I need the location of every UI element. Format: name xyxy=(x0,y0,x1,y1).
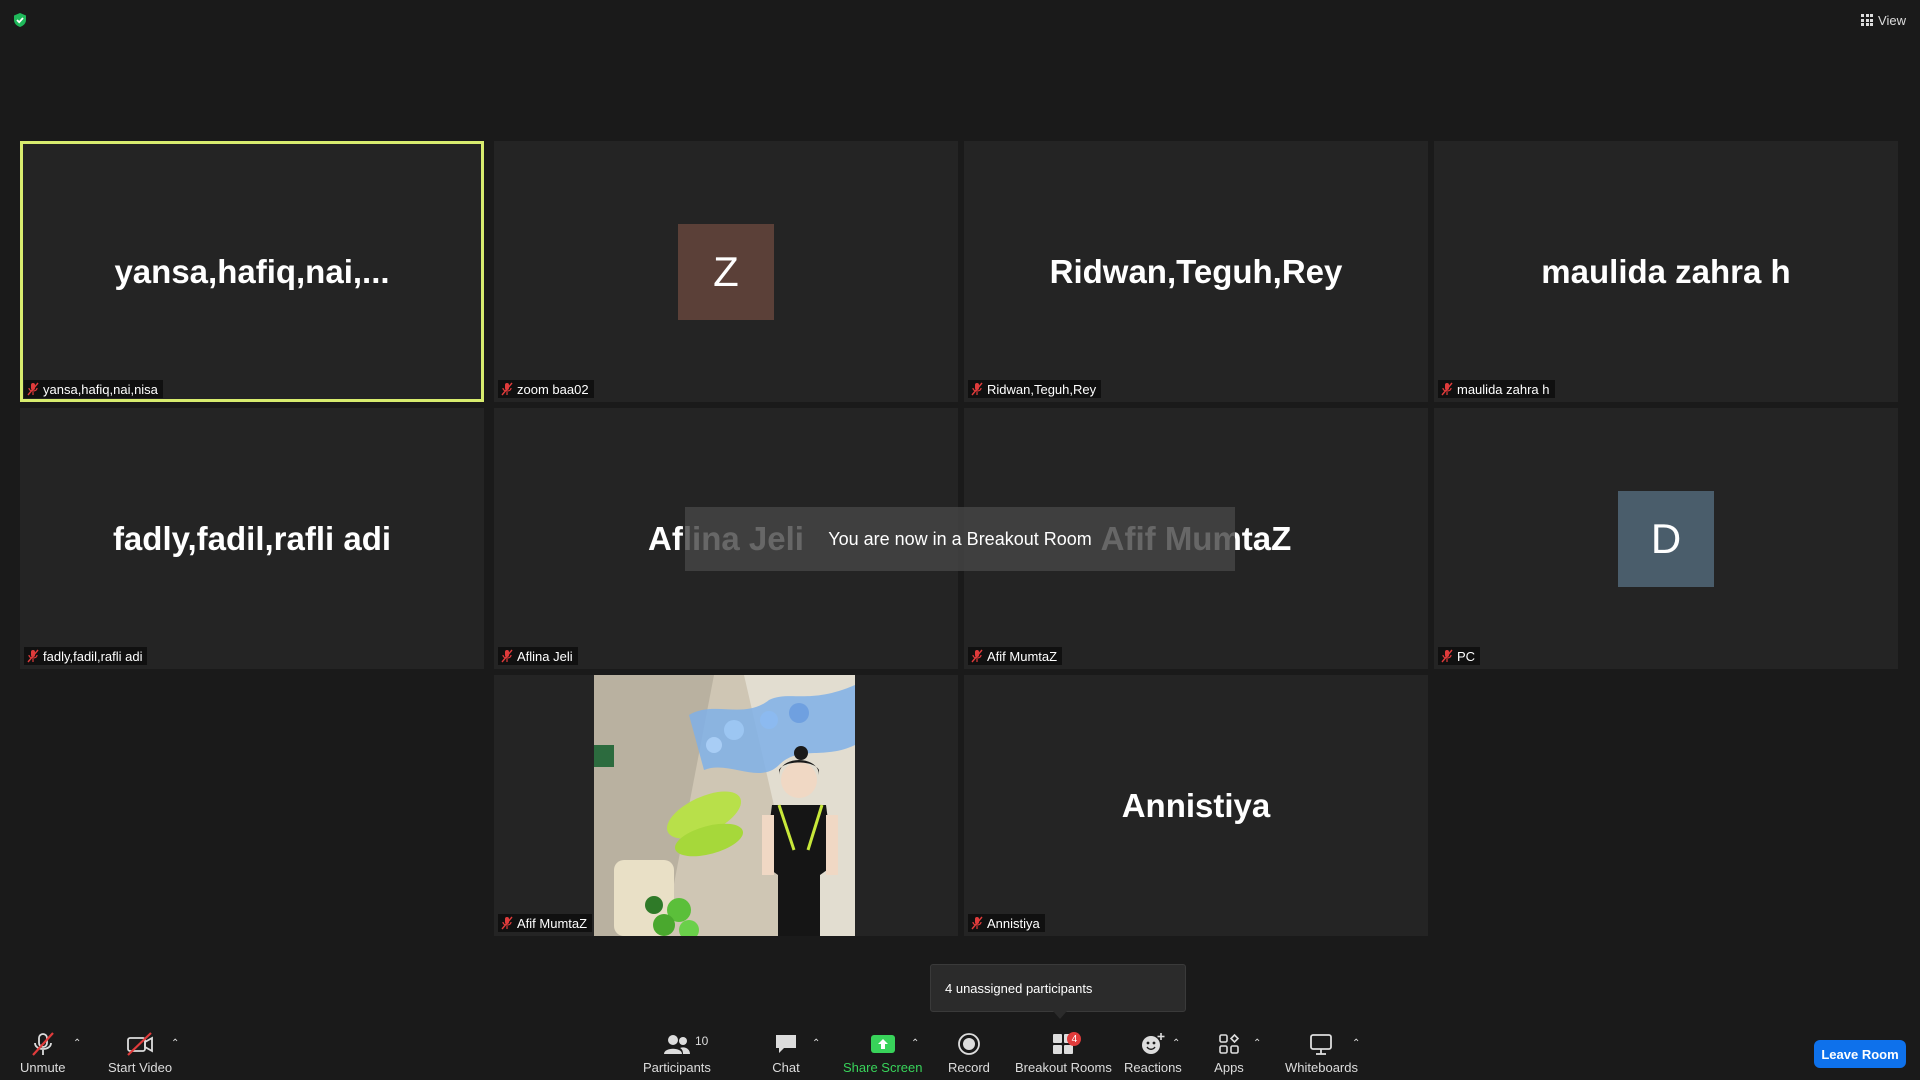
participant-name: Annistiya xyxy=(987,915,1040,931)
muted-mic-icon xyxy=(501,916,513,930)
participant-nametag: Annistiya xyxy=(968,914,1045,932)
reactions-button[interactable]: Reactions xyxy=(1124,1030,1182,1075)
video-tile[interactable]: Ridwan,Teguh,Rey Ridwan,Teguh,Rey xyxy=(964,141,1428,402)
participant-nametag: PC xyxy=(1438,647,1481,665)
video-tile[interactable]: maulida zahra h maulida zahra h xyxy=(1434,141,1898,402)
share-options-caret[interactable]: ⌃ xyxy=(911,1038,919,1049)
muted-mic-icon xyxy=(971,649,983,663)
whiteboards-button[interactable]: Whiteboards xyxy=(1285,1030,1358,1075)
participant-nametag: fadly,fadil,rafli adi xyxy=(24,647,148,665)
unmute-label: Unmute xyxy=(20,1060,66,1075)
reactions-icon xyxy=(1141,1033,1165,1054)
record-icon xyxy=(958,1033,980,1055)
video-off-icon xyxy=(127,1032,153,1056)
muted-mic-icon xyxy=(31,1032,54,1056)
video-tile[interactable]: Z zoom baa02 xyxy=(494,141,958,402)
participant-display-name: fadly,fadil,rafli adi xyxy=(112,519,392,557)
participant-name: Ridwan,Teguh,Rey xyxy=(987,381,1097,397)
participant-nametag: Afif MumtaZ xyxy=(968,647,1063,665)
whiteboards-label: Whiteboards xyxy=(1285,1060,1358,1075)
muted-mic-icon xyxy=(27,649,39,663)
muted-mic-icon xyxy=(501,649,513,663)
participant-name: Aflina Jeli xyxy=(517,648,573,664)
reactions-options-caret[interactable]: ⌃ xyxy=(1172,1038,1180,1049)
participant-name: maulida zahra h xyxy=(1457,381,1550,397)
participants-button[interactable]: 10 Participants xyxy=(643,1030,711,1075)
chat-icon xyxy=(776,1035,796,1053)
participant-name: PC xyxy=(1457,648,1476,664)
breakout-rooms-badge: 4 xyxy=(1067,1032,1082,1046)
video-tile[interactable]: D PC xyxy=(1434,408,1898,669)
apps-label: Apps xyxy=(1214,1060,1244,1075)
participant-display-name: Ridwan,Teguh,Rey xyxy=(1049,252,1343,290)
security-shield-icon[interactable] xyxy=(12,12,28,28)
participant-nametag: Afif MumtaZ xyxy=(498,914,593,932)
muted-mic-icon xyxy=(1441,649,1453,663)
participant-nametag: yansa,hafiq,nai,nisa xyxy=(24,380,163,398)
participant-avatar: D xyxy=(1618,490,1714,587)
chat-button[interactable]: Chat xyxy=(770,1030,802,1075)
record-label: Record xyxy=(948,1060,990,1075)
participant-nametag: maulida zahra h xyxy=(1438,380,1555,398)
share-screen-icon xyxy=(870,1035,895,1053)
participant-nametag: zoom baa02 xyxy=(498,380,594,398)
meeting-toolbar: Unmute ⌃ Start Video ⌃ 10 Participants C… xyxy=(0,1020,1920,1080)
whiteboards-options-caret[interactable]: ⌃ xyxy=(1352,1038,1360,1049)
video-tile[interactable]: Afif MumtaZ xyxy=(494,675,958,936)
view-button[interactable]: View xyxy=(1861,10,1906,30)
participant-display-name: Annistiya xyxy=(1121,786,1271,824)
participant-nametag: Ridwan,Teguh,Rey xyxy=(968,380,1102,398)
muted-mic-icon xyxy=(1441,382,1453,396)
start-video-label: Start Video xyxy=(108,1060,173,1075)
chat-label: Chat xyxy=(772,1060,800,1075)
participant-name: yansa,hafiq,nai,nisa xyxy=(43,381,158,397)
unmute-button[interactable]: Unmute xyxy=(20,1030,66,1075)
view-label: View xyxy=(1878,12,1906,28)
video-tile[interactable]: yansa,hafiq,nai,... yansa,hafiq,nai,nisa xyxy=(20,141,484,402)
breakout-rooms-button[interactable]: 4 Breakout Rooms xyxy=(1015,1030,1112,1075)
whiteboard-icon xyxy=(1310,1034,1333,1055)
participant-display-name: yansa,hafiq,nai,... xyxy=(114,252,390,290)
reactions-label: Reactions xyxy=(1124,1060,1182,1075)
participant-video-image xyxy=(594,675,855,936)
participant-name: Afif MumtaZ xyxy=(517,915,588,931)
start-video-button[interactable]: Start Video xyxy=(108,1030,172,1075)
participant-name: Afif MumtaZ xyxy=(987,648,1058,664)
apps-icon xyxy=(1219,1033,1240,1054)
muted-mic-icon xyxy=(27,382,39,396)
record-button[interactable]: Record xyxy=(948,1030,990,1075)
share-screen-button[interactable]: Share Screen xyxy=(843,1030,923,1075)
video-options-caret[interactable]: ⌃ xyxy=(171,1038,179,1049)
share-screen-label: Share Screen xyxy=(843,1060,923,1075)
participant-display-name: maulida zahra h xyxy=(1541,252,1791,290)
muted-mic-icon xyxy=(501,382,513,396)
unassigned-participants-tooltip: 4 unassigned participants xyxy=(930,964,1186,1019)
audio-options-caret[interactable]: ⌃ xyxy=(73,1038,81,1049)
breakout-rooms-label: Breakout Rooms xyxy=(1015,1060,1112,1075)
leave-room-button[interactable]: Leave Room xyxy=(1814,1040,1906,1068)
participant-name: zoom baa02 xyxy=(517,381,589,397)
participants-count: 10 xyxy=(694,1034,709,1048)
grid-view-icon xyxy=(1861,14,1874,26)
participant-avatar: Z xyxy=(678,223,774,320)
apps-button[interactable]: Apps xyxy=(1213,1030,1245,1075)
muted-mic-icon xyxy=(971,382,983,396)
apps-options-caret[interactable]: ⌃ xyxy=(1253,1038,1261,1049)
muted-mic-icon xyxy=(971,916,983,930)
top-bar: View xyxy=(0,0,1920,40)
participant-nametag: Aflina Jeli xyxy=(498,647,578,665)
video-tile[interactable]: fadly,fadil,rafli adi fadly,fadil,rafli … xyxy=(20,408,484,669)
participants-label: Participants xyxy=(643,1060,711,1075)
video-tile[interactable]: Annistiya Annistiya xyxy=(964,675,1428,936)
chat-options-caret[interactable]: ⌃ xyxy=(812,1038,820,1049)
breakout-room-notification: You are now in a Breakout Room xyxy=(685,507,1235,571)
participant-name: fadly,fadil,rafli adi xyxy=(43,648,143,664)
participants-icon xyxy=(663,1035,690,1054)
